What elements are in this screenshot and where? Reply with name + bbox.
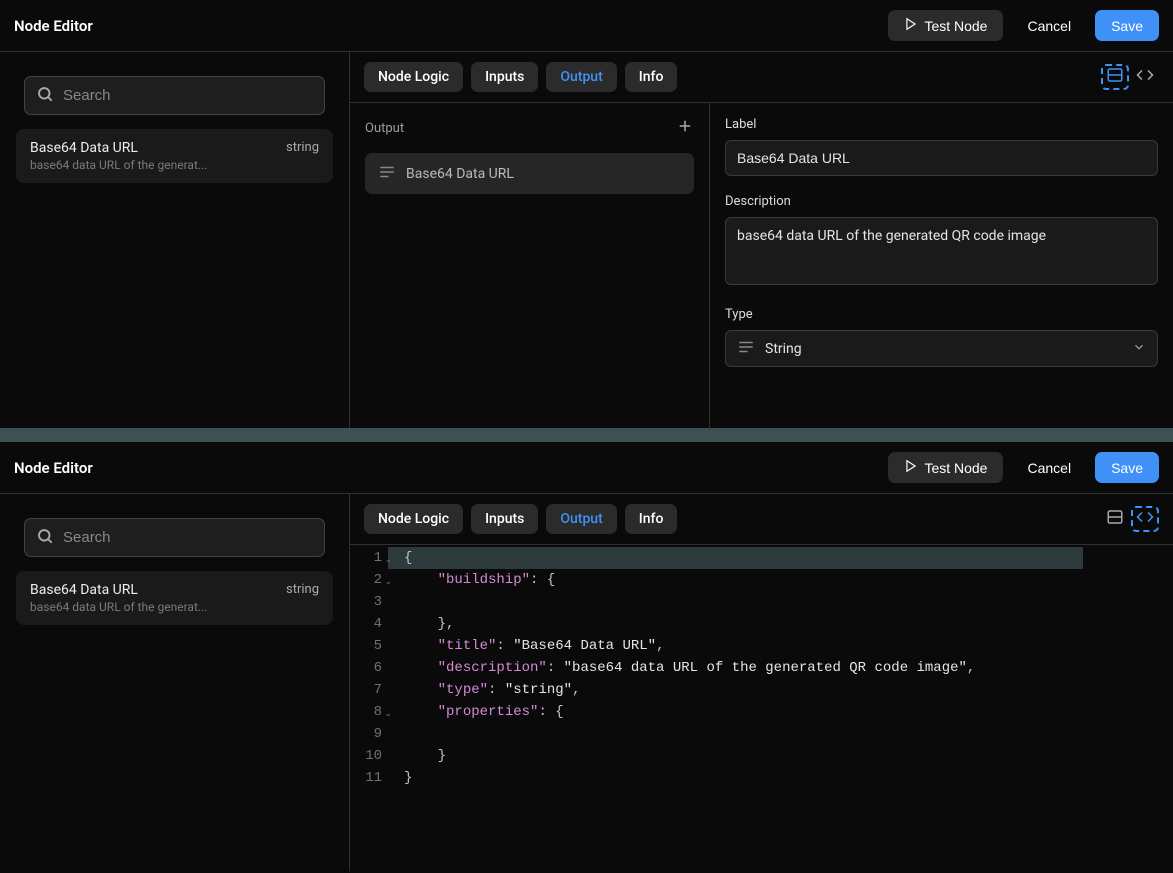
list-item-type: string [286, 140, 319, 155]
text-icon [378, 164, 396, 183]
output-header: Output [365, 121, 404, 136]
type-field-label: Type [725, 307, 1158, 322]
play-icon [904, 459, 918, 476]
search-input[interactable] [24, 76, 325, 115]
output-sidebar: Base64 Data URL base64 data URL of the g… [0, 52, 350, 428]
list-item-desc: base64 data URL of the generat... [30, 158, 207, 172]
output-item-label: Base64 Data URL [406, 166, 514, 182]
header-actions: Test Node Cancel Save [888, 452, 1159, 483]
type-select[interactable]: String [725, 330, 1158, 367]
code-view-icon [1136, 66, 1154, 88]
code-content[interactable]: { "buildship": { }, "title": "Base64 Dat… [388, 545, 1173, 873]
play-icon [904, 17, 918, 34]
form-view-toggle[interactable] [1101, 64, 1129, 90]
test-node-button[interactable]: Test Node [888, 10, 1003, 41]
node-editor-panel-form: Node Editor Test Node Cancel Save Base [0, 0, 1173, 428]
cancel-button[interactable]: Cancel [1011, 10, 1087, 41]
chevron-down-icon [1132, 339, 1146, 358]
list-item-title: Base64 Data URL [30, 140, 207, 156]
fold-icon[interactable]: ⌄ [384, 703, 392, 725]
search-icon [36, 527, 54, 549]
output-item[interactable]: Base64 Data URL [365, 153, 694, 194]
fold-icon[interactable]: ⌄ [384, 549, 392, 571]
header: Node Editor Test Node Cancel Save [0, 0, 1173, 52]
description-input[interactable] [725, 217, 1158, 285]
form-view-toggle[interactable] [1101, 506, 1129, 532]
cancel-button[interactable]: Cancel [1011, 452, 1087, 483]
page-title: Node Editor [14, 459, 93, 477]
list-item[interactable]: Base64 Data URL base64 data URL of the g… [16, 571, 333, 625]
output-form-column: Label Description Type String [710, 103, 1173, 430]
page-title: Node Editor [14, 17, 93, 35]
save-button[interactable]: Save [1095, 10, 1159, 41]
output-list-column: Output Base64 Data URL [350, 103, 710, 430]
json-code-editor[interactable]: 1⌄ 2⌄ 3 4 5 6 7 8⌄ 9 10 11 { "buildship"… [350, 544, 1173, 873]
node-editor-panel-code: Node Editor Test Node Cancel Save Base [0, 442, 1173, 871]
search-icon [36, 85, 54, 107]
list-item[interactable]: Base64 Data URL base64 data URL of the g… [16, 129, 333, 183]
tab-output[interactable]: Output [546, 62, 616, 92]
list-item-title: Base64 Data URL [30, 582, 207, 598]
code-view-icon [1136, 508, 1154, 530]
save-button[interactable]: Save [1095, 452, 1159, 483]
code-view-toggle[interactable] [1131, 506, 1159, 532]
tab-node-logic[interactable]: Node Logic [364, 62, 463, 92]
add-output-button[interactable] [676, 117, 694, 139]
type-value: String [765, 341, 1122, 357]
test-node-label: Test Node [924, 460, 987, 476]
description-field-label: Description [725, 194, 1158, 209]
tab-info[interactable]: Info [625, 62, 678, 92]
output-sidebar: Base64 Data URL base64 data URL of the g… [0, 494, 350, 871]
label-input[interactable] [725, 140, 1158, 176]
test-node-button[interactable]: Test Node [888, 452, 1003, 483]
view-toggle [1101, 64, 1159, 90]
list-item-type: string [286, 582, 319, 597]
tab-node-logic[interactable]: Node Logic [364, 504, 463, 534]
view-toggle [1101, 506, 1159, 532]
header-actions: Test Node Cancel Save [888, 10, 1159, 41]
code-view-toggle[interactable] [1131, 64, 1159, 90]
form-view-icon [1106, 66, 1124, 88]
search-input[interactable] [24, 518, 325, 557]
tab-inputs[interactable]: Inputs [471, 504, 538, 534]
fold-icon[interactable]: ⌄ [384, 571, 392, 593]
tab-inputs[interactable]: Inputs [471, 62, 538, 92]
tab-output[interactable]: Output [546, 504, 616, 534]
label-field-label: Label [725, 117, 1158, 132]
form-view-icon [1106, 508, 1124, 530]
text-icon [737, 339, 755, 358]
header: Node Editor Test Node Cancel Save [0, 442, 1173, 494]
list-item-desc: base64 data URL of the generat... [30, 600, 207, 614]
test-node-label: Test Node [924, 18, 987, 34]
panel-divider [0, 428, 1173, 442]
tab-info[interactable]: Info [625, 504, 678, 534]
code-gutter: 1⌄ 2⌄ 3 4 5 6 7 8⌄ 9 10 11 [350, 545, 388, 873]
